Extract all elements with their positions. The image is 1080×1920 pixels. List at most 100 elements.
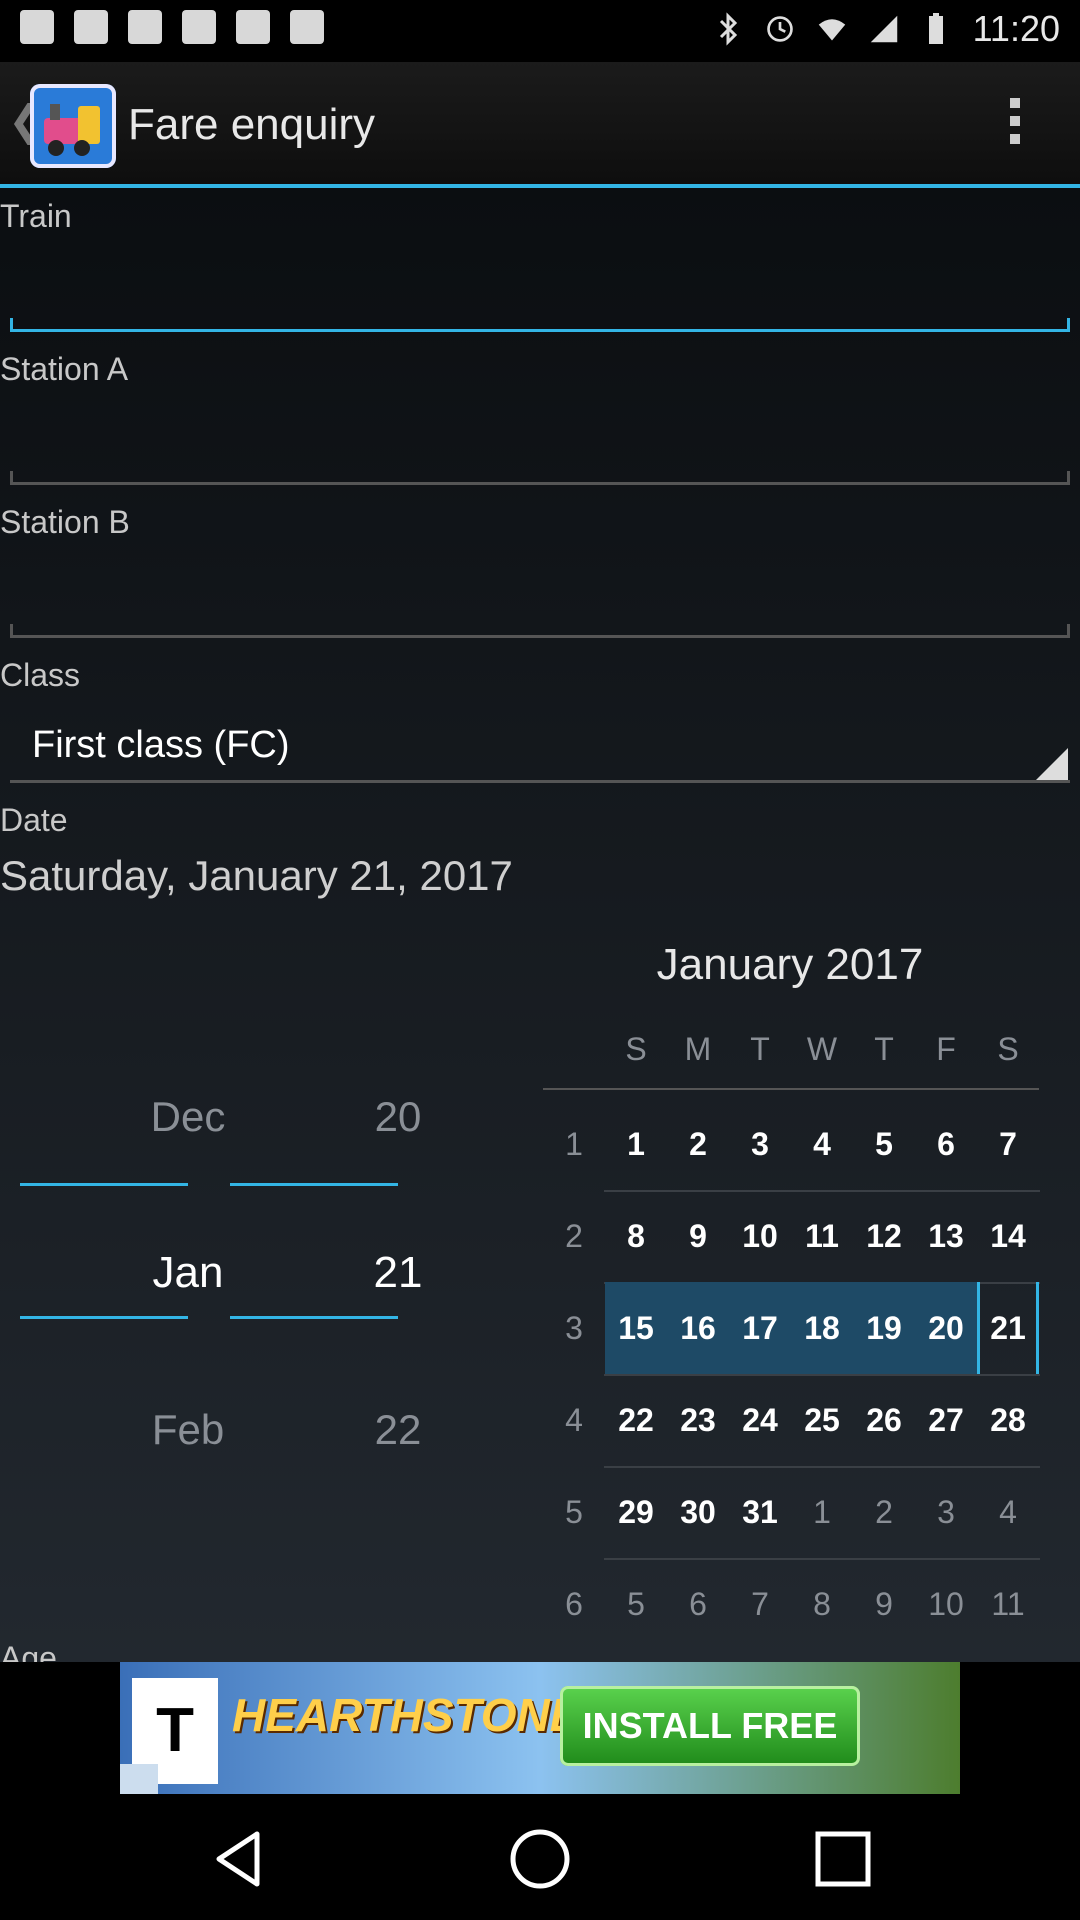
calendar-day[interactable]: 7: [977, 1098, 1039, 1190]
weekday-label: M: [684, 1031, 712, 1067]
calendar-day[interactable]: 9: [667, 1190, 729, 1282]
age-label: Age: [0, 1640, 57, 1662]
station-a-input[interactable]: [10, 471, 1070, 485]
month-prev[interactable]: Dec: [104, 1093, 272, 1141]
ad-banner[interactable]: T HEARTHSTONE INSTALL FREE: [120, 1662, 960, 1794]
status-bar: 11:20: [0, 0, 1080, 62]
day-current[interactable]: 21: [314, 1248, 482, 1298]
calendar-day[interactable]: 4: [977, 1466, 1039, 1558]
train-input[interactable]: [10, 318, 1070, 332]
dropdown-triangle-icon: [1036, 748, 1068, 780]
calendar-day[interactable]: 13: [915, 1190, 977, 1282]
calendar-day[interactable]: 28: [977, 1374, 1039, 1466]
ad-brand-logo: HEARTHSTONE: [232, 1689, 581, 1741]
calendar-day[interactable]: 21: [977, 1282, 1039, 1374]
calendar-day[interactable]: 5: [605, 1558, 667, 1650]
gps-icon: [236, 10, 270, 44]
class-spinner-value: First class (FC): [32, 724, 290, 766]
week-days: 5 6 7 8 9 10 11: [605, 1558, 1039, 1650]
station-b-label: Station B: [0, 504, 130, 540]
settings-icon: [128, 10, 162, 44]
weekday-label: S: [625, 1031, 647, 1067]
calendar-day[interactable]: 12: [853, 1190, 915, 1282]
battery-icon: [928, 13, 943, 44]
calendar-day[interactable]: 11: [791, 1190, 853, 1282]
week-number: 2: [565, 1218, 583, 1254]
calendar-week-row: 5 29 30 31 1 2 3 4: [543, 1466, 1039, 1558]
week-days: 22 23 24 25 26 27 28: [605, 1374, 1039, 1466]
signal-icon: [870, 15, 897, 43]
calendar-day[interactable]: 3: [729, 1098, 791, 1190]
station-a-label: Station A: [0, 351, 129, 387]
calendar-week-row: 3 15 16 17 18 19 20 21: [543, 1282, 1039, 1374]
calendar-day[interactable]: 29: [605, 1466, 667, 1558]
calendar-header-divider: [543, 1088, 1039, 1090]
calendar-day[interactable]: 2: [667, 1098, 729, 1190]
calendar-day[interactable]: 18: [791, 1282, 853, 1374]
install-free-button[interactable]: INSTALL FREE: [560, 1686, 860, 1766]
week-days: 29 30 31 1 2 3 4: [605, 1466, 1039, 1558]
calendar-day[interactable]: 10: [915, 1558, 977, 1650]
notification-icons: [20, 10, 324, 44]
calendar-day[interactable]: 11: [977, 1558, 1039, 1650]
calendar-day[interactable]: 27: [915, 1374, 977, 1466]
calendar-day[interactable]: 31: [729, 1466, 791, 1558]
message-icon: [20, 10, 54, 44]
train-app-logo[interactable]: [30, 84, 116, 168]
week-number: 3: [565, 1310, 583, 1346]
day-prev[interactable]: 20: [314, 1093, 482, 1141]
calendar-day[interactable]: 16: [667, 1282, 729, 1374]
bluetooth-icon: [719, 12, 737, 46]
overflow-menu-icon[interactable]: [1010, 98, 1020, 152]
weekday-label: T: [874, 1031, 894, 1067]
calendar-day[interactable]: 3: [915, 1466, 977, 1558]
calendar-day[interactable]: 22: [605, 1374, 667, 1466]
back-nav-icon[interactable]: [205, 1824, 275, 1894]
settings-icon: [74, 10, 108, 44]
calendar-day[interactable]: 14: [977, 1190, 1039, 1282]
clock-icon: [766, 16, 793, 42]
station-b-input[interactable]: [10, 624, 1070, 638]
calendar-day[interactable]: 6: [667, 1558, 729, 1650]
weekday-label: S: [997, 1031, 1019, 1067]
recents-nav-icon[interactable]: [808, 1824, 878, 1894]
day-next[interactable]: 22: [314, 1406, 482, 1454]
calendar-day[interactable]: 8: [605, 1190, 667, 1282]
week-number: 6: [565, 1586, 583, 1622]
calendar-week-row: 11234567: [543, 1098, 1039, 1190]
calendar-day[interactable]: 15: [605, 1282, 667, 1374]
train-label: Train: [0, 198, 72, 234]
calendar-day[interactable]: 10: [729, 1190, 791, 1282]
weekday-label: W: [806, 1031, 838, 1067]
calendar-day[interactable]: 7: [729, 1558, 791, 1650]
calendar-day[interactable]: 20: [915, 1282, 977, 1374]
home-nav-icon[interactable]: [505, 1824, 575, 1894]
page-title: Fare enquiry: [128, 100, 376, 149]
calendar-day[interactable]: 5: [853, 1098, 915, 1190]
month-divider-bottom: [20, 1316, 188, 1319]
wifi-icon: [818, 19, 845, 41]
weekday-label: F: [936, 1031, 956, 1067]
calendar-day[interactable]: 1: [605, 1098, 667, 1190]
day-divider-bottom: [230, 1316, 398, 1319]
calendar-day[interactable]: 25: [791, 1374, 853, 1466]
calendar-day[interactable]: 1: [791, 1466, 853, 1558]
calendar-day[interactable]: 26: [853, 1374, 915, 1466]
calendar-day[interactable]: 6: [915, 1098, 977, 1190]
ad-choices-icon[interactable]: [120, 1764, 158, 1794]
calendar-day[interactable]: 2: [853, 1466, 915, 1558]
calendar-weekday-header: S M T W T F S: [605, 1031, 1039, 1068]
month-next[interactable]: Feb: [104, 1406, 272, 1454]
calendar-day[interactable]: 30: [667, 1466, 729, 1558]
calendar-title: January 2017: [656, 940, 924, 989]
day-divider-top: [230, 1183, 398, 1186]
month-current[interactable]: Jan: [104, 1248, 272, 1298]
calendar-day[interactable]: 4: [791, 1098, 853, 1190]
weekday-label: T: [750, 1031, 770, 1067]
calendar-day[interactable]: 23: [667, 1374, 729, 1466]
calendar-day[interactable]: 9: [853, 1558, 915, 1650]
calendar-day[interactable]: 17: [729, 1282, 791, 1374]
calendar-day[interactable]: 8: [791, 1558, 853, 1650]
calendar-day[interactable]: 24: [729, 1374, 791, 1466]
calendar-day[interactable]: 19: [853, 1282, 915, 1374]
